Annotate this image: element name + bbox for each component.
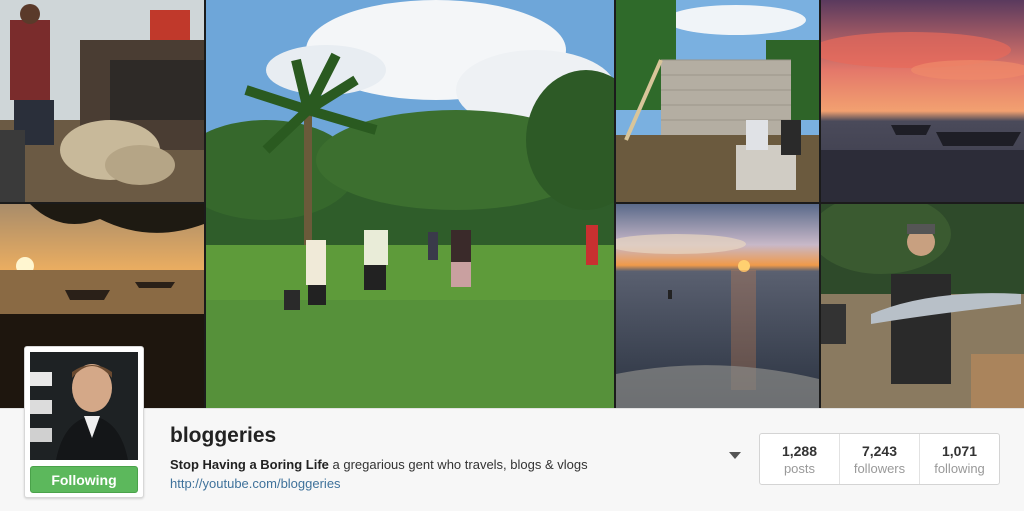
stat-posts[interactable]: 1,288 posts <box>760 434 840 484</box>
profile-bio: Stop Having a Boring Life a gregarious g… <box>170 457 588 472</box>
stat-posts-label: posts <box>783 460 816 476</box>
grid-photo-construction[interactable] <box>616 0 819 202</box>
grid-photo-pink-sunset[interactable] <box>821 0 1024 202</box>
bio-text: a gregarious gent who travels, blogs & v… <box>328 457 588 472</box>
stat-following-label: following <box>934 460 985 476</box>
stat-following[interactable]: 1,071 following <box>920 434 999 484</box>
grid-photo-boat-deck[interactable] <box>0 0 204 202</box>
grid-photo-palm-field[interactable] <box>206 0 614 408</box>
profile-avatar-card: Following <box>24 346 144 498</box>
profile-stats: 1,288 posts 7,243 followers 1,071 follow… <box>759 433 1000 485</box>
stat-followers-label: followers <box>853 460 906 476</box>
stat-followers[interactable]: 7,243 followers <box>840 434 920 484</box>
bio-title: Stop Having a Boring Life <box>170 457 329 472</box>
profile-website-link[interactable]: http://youtube.com/bloggeries <box>170 476 341 491</box>
grid-photo-fish-catch[interactable] <box>821 204 1024 408</box>
chevron-down-icon[interactable] <box>729 452 741 459</box>
stat-following-count: 1,071 <box>941 442 978 459</box>
photo-grid <box>0 0 1024 408</box>
stat-posts-count: 1,288 <box>781 442 818 459</box>
following-button[interactable]: Following <box>30 466 138 493</box>
stat-followers-count: 7,243 <box>861 442 898 459</box>
grid-photo-ocean-sunset[interactable] <box>616 204 819 408</box>
avatar[interactable] <box>30 352 138 460</box>
profile-username: bloggeries <box>170 424 277 447</box>
